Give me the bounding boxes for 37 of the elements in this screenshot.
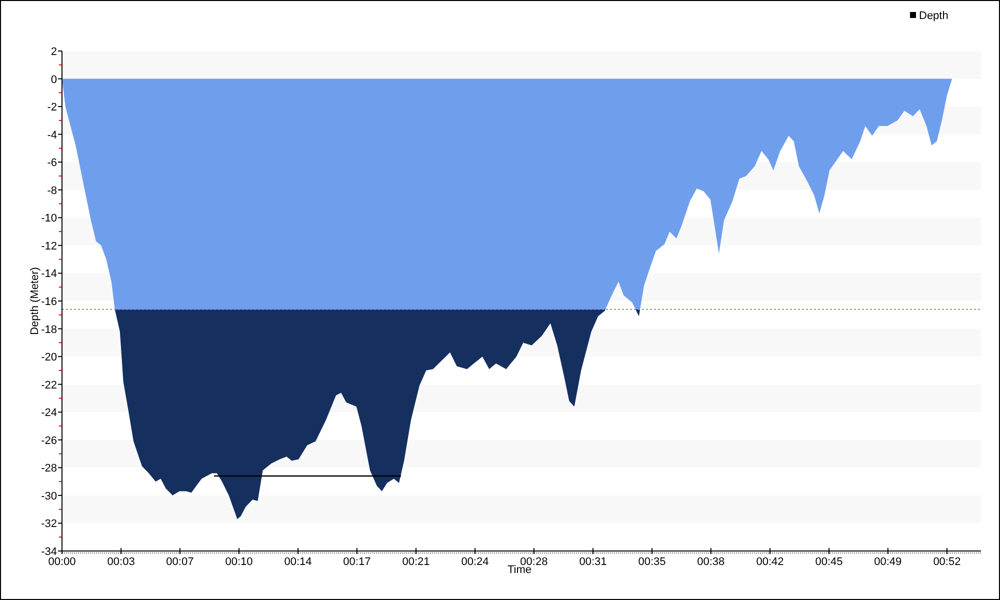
x-tick-label: 00:00 xyxy=(48,556,76,568)
y-tick-label: -6 xyxy=(47,157,57,170)
x-tick-label: 00:35 xyxy=(638,556,666,568)
y-tick-label: -4 xyxy=(47,129,57,142)
y-tick-label: -12 xyxy=(41,240,57,252)
y-tick-label: -20 xyxy=(41,352,57,364)
x-tick-label: 00:03 xyxy=(107,556,135,568)
y-tick-label: -10 xyxy=(41,212,57,225)
y-tick-label: -28 xyxy=(41,462,57,475)
x-tick-label: 00:10 xyxy=(225,556,253,568)
y-axis-title: Depth (Meter) xyxy=(29,267,41,335)
legend-swatch xyxy=(910,12,916,18)
x-tick-label: 00:17 xyxy=(343,556,371,568)
y-tick-label: -24 xyxy=(41,407,57,420)
x-tick-label: 00:52 xyxy=(933,556,961,568)
x-tick-label: 00:42 xyxy=(756,556,784,568)
x-tick-label: 00:21 xyxy=(402,556,430,568)
x-tick-label: 00:07 xyxy=(166,556,194,568)
y-tick-label: -32 xyxy=(41,518,57,530)
y-tick-label: -8 xyxy=(47,184,57,197)
y-tick-label: -16 xyxy=(41,296,57,308)
y-tick-label: -2 xyxy=(47,102,57,114)
y-tick-label: -26 xyxy=(41,434,57,447)
x-tick-label: 00:49 xyxy=(874,556,902,568)
y-tick-label: -34 xyxy=(41,546,57,558)
y-tick-label: -30 xyxy=(41,490,57,502)
y-tick-label: 2 xyxy=(50,46,57,58)
x-tick-label: 00:45 xyxy=(815,556,843,568)
legend-label: Depth xyxy=(919,10,948,22)
y-tick-label: 0 xyxy=(50,74,57,86)
x-tick-label: 00:14 xyxy=(284,556,312,568)
x-tick-label: 00:31 xyxy=(579,556,607,568)
x-tick-label: 00:24 xyxy=(461,556,489,568)
y-tick-label: -18 xyxy=(41,324,57,336)
y-tick-label: -22 xyxy=(41,379,57,392)
y-tick-label: -14 xyxy=(41,268,57,280)
x-tick-label: 00:38 xyxy=(697,556,725,568)
